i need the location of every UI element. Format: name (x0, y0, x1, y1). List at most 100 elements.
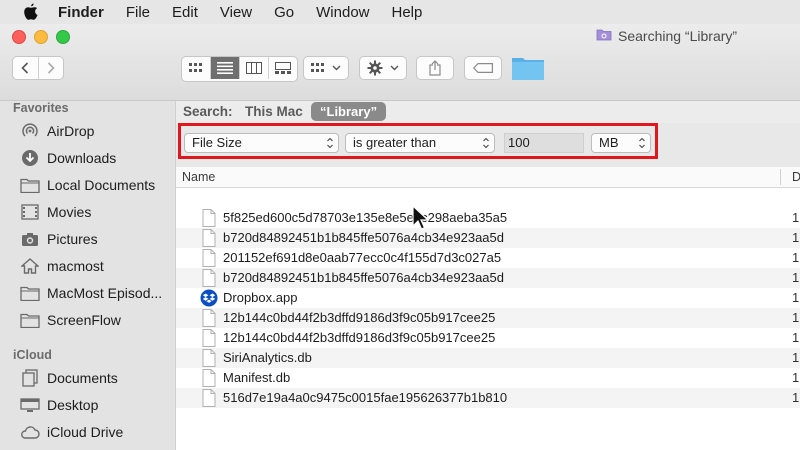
file-name: Dropbox.app (223, 290, 298, 305)
unit-popup[interactable]: MB (591, 133, 651, 153)
document-icon (202, 309, 216, 327)
scope-this-mac[interactable]: This Mac (245, 104, 303, 119)
file-row[interactable]: 12b144c0bd44f2b3dffd9186d3f9c05b917cee25… (176, 308, 800, 328)
group-by-button[interactable] (303, 56, 349, 80)
file-name: 12b144c0bd44f2b3dffd9186d3f9c05b917cee25 (223, 310, 496, 325)
sidebar-item-local-documents[interactable]: Local Documents (20, 173, 155, 197)
share-icon (429, 60, 441, 76)
sidebar-item-airdrop[interactable]: AirDrop (20, 119, 94, 143)
gallery-view-button[interactable] (269, 57, 297, 79)
name-column-header[interactable]: Name (182, 170, 215, 184)
file-row[interactable]: 516d7e19a4a0c9475c0015fae195626377b1b810… (176, 388, 800, 408)
desktop-icon (20, 396, 40, 414)
sidebar-item-label: iCloud Drive (47, 424, 124, 440)
chevron-left-icon (21, 62, 29, 74)
gear-icon (367, 60, 383, 76)
tags-button[interactable] (464, 56, 502, 80)
file-row[interactable]: Manifest.db 1( (176, 368, 800, 388)
column-view-icon (246, 62, 262, 74)
folder-icon (20, 284, 40, 302)
sidebar-item-label: MacMost Episod... (47, 285, 163, 301)
sidebar-item-downloads[interactable]: Downloads (20, 146, 116, 170)
file-date: 1( (792, 330, 800, 345)
file-name: 516d7e19a4a0c9475c0015fae195626377b1b810 (223, 390, 508, 405)
search-scope-bar: Search: This Mac “Library” (176, 101, 800, 123)
sidebar-item-icloud-documents[interactable]: Documents (20, 366, 118, 390)
airdrop-icon (20, 122, 40, 140)
search-label: Search: (183, 104, 233, 119)
icon-view-icon (189, 63, 202, 72)
chevron-down-icon (390, 65, 399, 71)
menu-help[interactable]: Help (392, 4, 423, 21)
menu-file[interactable]: File (126, 4, 150, 21)
search-criteria-row: File Size is greater than 100 MB (176, 123, 800, 168)
sidebar-item-label: Desktop (47, 397, 99, 413)
minimize-button[interactable] (34, 30, 48, 44)
menu-edit[interactable]: Edit (172, 4, 198, 21)
icon-view-button[interactable] (182, 57, 211, 79)
updown-arrows-icon (483, 137, 489, 149)
sidebar-item-desktop[interactable]: Desktop (20, 393, 98, 417)
sidebar-item-screenflow[interactable]: ScreenFlow (20, 308, 121, 332)
menu-view[interactable]: View (220, 4, 252, 21)
sidebar-item-label: Local Documents (47, 177, 156, 193)
size-value-field[interactable]: 100 (504, 133, 584, 153)
menu-window[interactable]: Window (316, 4, 369, 21)
file-name: 201152ef691d8e0aab77ecc0c4f155d7d3c027a5 (223, 250, 502, 265)
sidebar-item-macmost-episodes[interactable]: MacMost Episod... (20, 281, 162, 305)
documents-icon (20, 369, 40, 387)
downloads-icon (20, 149, 40, 167)
pictures-icon (20, 230, 40, 248)
list-view-icon (217, 62, 233, 74)
second-column-header[interactable]: D (792, 170, 800, 184)
apple-menu-icon[interactable] (20, 1, 42, 23)
menu-go[interactable]: Go (274, 4, 294, 21)
file-date: 1( (792, 270, 800, 285)
zoom-button[interactable] (56, 30, 70, 44)
file-row[interactable]: 12b144c0bd44f2b3dffd9186d3f9c05b917cee25… (176, 328, 800, 348)
file-name: b720d84892451b1b845ffe5076a4cb34e923aa5d (223, 230, 504, 245)
cloud-icon (20, 423, 40, 441)
operator-popup[interactable]: is greater than (345, 133, 495, 153)
nav-buttons (12, 56, 64, 80)
sidebar-item-label: Downloads (47, 150, 117, 166)
close-button[interactable] (12, 30, 26, 44)
document-icon (202, 329, 216, 347)
file-row[interactable]: Dropbox.app 1( (176, 288, 800, 308)
unit-value: MB (599, 135, 619, 150)
forward-button[interactable] (39, 57, 64, 79)
sidebar-item-macmost[interactable]: macmost (20, 254, 104, 278)
sidebar-item-icloud-drive[interactable]: iCloud Drive (20, 420, 123, 444)
file-row[interactable]: SiriAnalytics.db 1( (176, 348, 800, 368)
file-row[interactable]: b720d84892451b1b845ffe5076a4cb34e923aa5d… (176, 268, 800, 288)
list-view-button[interactable] (211, 57, 240, 79)
window-title: Searching “Library” (596, 28, 737, 44)
menu-bar: Finder File Edit View Go Window Help (0, 0, 800, 24)
view-mode-control (181, 56, 298, 82)
file-row[interactable]: b720d84892451b1b845ffe5076a4cb34e923aa5d… (176, 228, 800, 248)
gallery-view-icon (275, 62, 291, 74)
sidebar-item-label: Movies (47, 204, 92, 220)
sidebar-item-pictures[interactable]: Pictures (20, 227, 98, 251)
column-divider[interactable] (780, 169, 781, 185)
sidebar-item-label: Pictures (47, 231, 98, 247)
file-date: 1( (792, 230, 800, 245)
share-button[interactable] (416, 56, 454, 80)
column-view-button[interactable] (240, 57, 269, 79)
scope-library-button[interactable]: “Library” (311, 102, 387, 121)
action-button[interactable] (359, 56, 407, 80)
file-date: 1( (792, 370, 800, 385)
file-row[interactable]: 201152ef691d8e0aab77ecc0c4f155d7d3c027a5… (176, 248, 800, 268)
file-row[interactable]: 5f825ed600c5d78703e135e8e5eec298aeba35a5… (176, 208, 800, 228)
sidebar-item-label: macmost (47, 258, 104, 274)
document-icon (202, 269, 216, 287)
file-name: b720d84892451b1b845ffe5076a4cb34e923aa5d (223, 270, 504, 285)
updown-arrows-icon (327, 137, 333, 149)
document-icon (202, 349, 216, 367)
sidebar-item-movies[interactable]: Movies (20, 200, 91, 224)
movies-icon (20, 203, 40, 221)
attribute-popup[interactable]: File Size (184, 133, 339, 153)
back-button[interactable] (13, 57, 39, 79)
menu-finder[interactable]: Finder (58, 4, 104, 21)
document-icon (202, 229, 216, 247)
